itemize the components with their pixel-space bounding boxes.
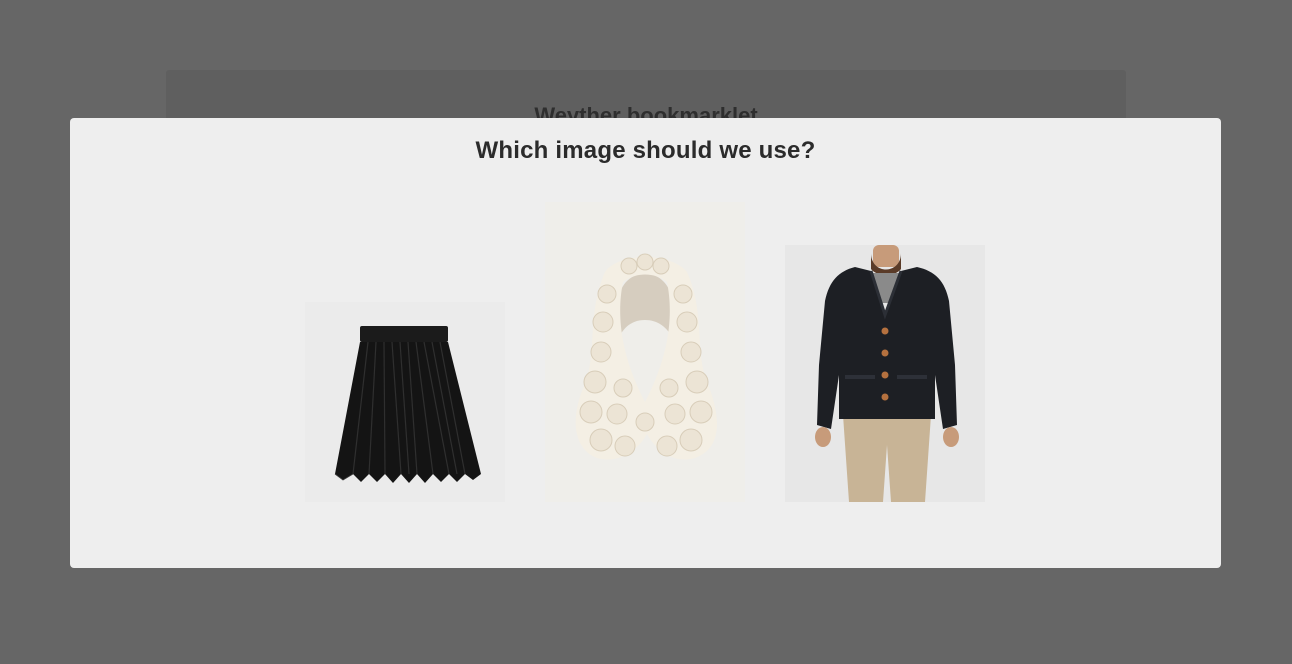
image-picker-modal: Which image should we use?: [70, 118, 1221, 568]
modal-title: Which image should we use?: [475, 137, 816, 164]
pleated-skirt-image: [305, 302, 505, 502]
knit-collar-image: [545, 202, 745, 502]
man-cardigan-image: [785, 245, 985, 502]
image-option-collar[interactable]: [545, 202, 745, 502]
image-option-cardigan[interactable]: [785, 245, 985, 502]
image-option-skirt[interactable]: [305, 302, 505, 502]
page: Weyther bookmarklet Which image should w…: [0, 0, 1292, 664]
